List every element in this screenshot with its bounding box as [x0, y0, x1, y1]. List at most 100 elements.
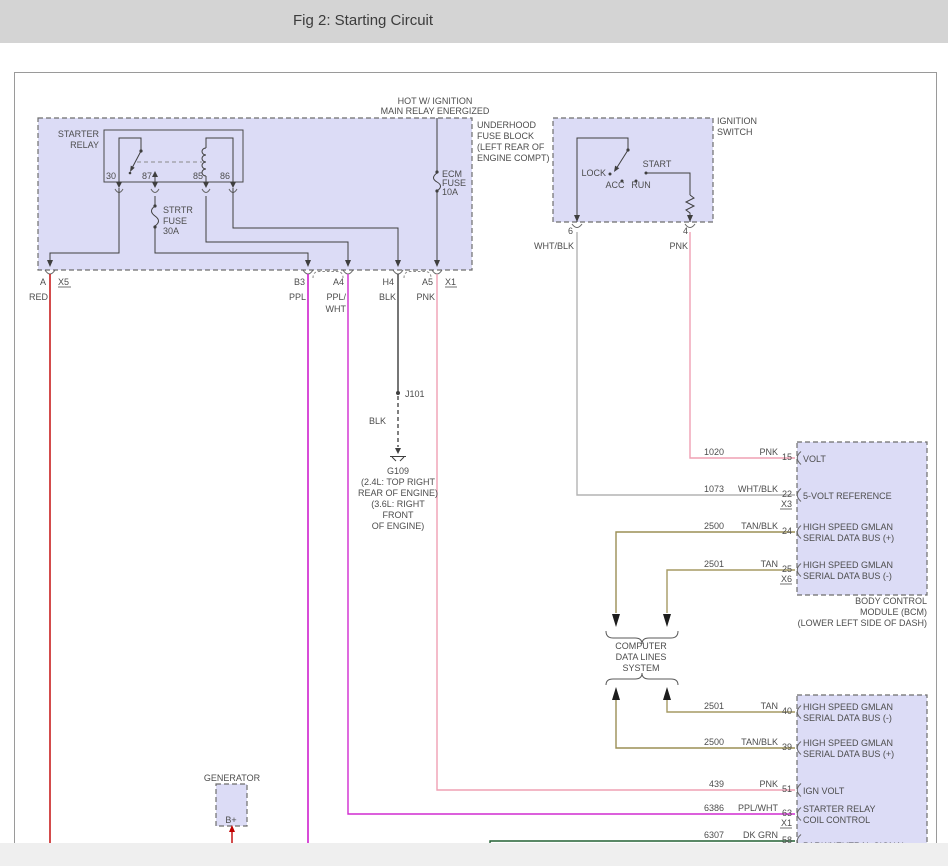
ground-symbol [390, 457, 406, 462]
bcm-pin-51-label: IGN VOLT [803, 786, 845, 796]
relay-pin-85: 85 [193, 171, 203, 181]
bcm-pin-15: 15 [782, 452, 792, 462]
circuit-1020-color: PNK [759, 447, 778, 457]
bcm-conn-x6: X6 [781, 574, 792, 584]
bcm-name-3: (LOWER LEFT SIDE OF DASH) [798, 618, 927, 628]
relay-pin-30: 30 [106, 171, 116, 181]
fuse-block-name-4: ENGINE COMPT) [477, 153, 550, 163]
circuit-2500-l-color: TAN/BLK [741, 737, 778, 747]
bcm-upper: 1020 PNK 15 VOLT 1073 WHT/BLK 22 X3 5-VO… [704, 442, 927, 628]
circuit-439-color: PNK [759, 779, 778, 789]
generator: GENERATOR B+ [204, 773, 261, 843]
data-bus-up-arrow-2 [663, 687, 671, 700]
ecm-fuse-label-3: 10A [442, 187, 458, 197]
relay-pin-86: 86 [220, 171, 230, 181]
connector-h4-pin: H4 [382, 277, 394, 287]
fuse-block-name-1: UNDERHOOD [477, 120, 537, 130]
circuit-439: 439 [709, 779, 724, 789]
circuit-2501-l: 2501 [704, 701, 724, 711]
lock-contact-dot [609, 173, 612, 176]
bcm-pin-25: 25 [782, 564, 792, 574]
wire-color-pnk4-label: PNK [669, 241, 688, 251]
generator-terminal-b-plus: B+ [225, 815, 236, 825]
connector-b3-pin: B3 [294, 277, 305, 287]
fuse-block-name-3: (LEFT REAR OF [477, 142, 545, 152]
bcm-name-1: BODY CONTROL [855, 596, 927, 606]
position-start-label: START [643, 159, 672, 169]
wiring-diagram-page: Fig 2: Starting Circuit HOT W/ IGNITION … [0, 0, 948, 866]
fuse-block-name-2: FUSE BLOCK [477, 131, 534, 141]
ground-loc-1: (2.4L: TOP RIGHT [361, 477, 436, 487]
junction-j101-label: J101 [405, 389, 425, 399]
generator-name: GENERATOR [204, 773, 261, 783]
circuit-6307-color: DK GRN [743, 830, 778, 840]
ground-g109: J101 BLK G109 (2.4L: TOP RIGHT REAR OF E… [358, 389, 438, 531]
bcm-conn-x1: X1 [781, 818, 792, 828]
starter-relay-name-2: RELAY [70, 140, 99, 150]
data-bus-brace-bottom [606, 673, 678, 685]
data-lines-label-2: DATA LINES [616, 652, 667, 662]
hot-feed-label-2: MAIN RELAY ENERGIZED [381, 106, 490, 116]
bcm-conn-x3: X3 [781, 499, 792, 509]
bcm-pin-39-label-1: HIGH SPEED GMLAN [803, 738, 893, 748]
bcm-pin-40-label-1: HIGH SPEED GMLAN [803, 702, 893, 712]
wire-color-pplwht-label-2: WHT [326, 304, 347, 314]
ground-loc-3: (3.6L: RIGHT [371, 499, 425, 509]
ground-loc-5: OF ENGINE) [372, 521, 425, 531]
bcm-pin-63-label-1: STARTER RELAY [803, 804, 876, 814]
position-lock-label: LOCK [581, 168, 606, 178]
position-acc-label: ACC [605, 180, 625, 190]
ignition-pin-6: 6 [568, 226, 573, 236]
ground-loc-4: FRONT [383, 510, 414, 520]
wire-tan-blk-upper [616, 532, 795, 613]
connector-a5-conn: X1 [445, 277, 456, 287]
wire-dk-grn [490, 841, 795, 843]
connector-a5-pin: A5 [422, 277, 433, 287]
circuit-2500-l: 2500 [704, 737, 724, 747]
computer-data-lines-system: COMPUTER DATA LINES SYSTEM [606, 614, 678, 700]
data-bus-down-arrow-2 [663, 614, 671, 627]
position-run-label: RUN [631, 180, 651, 190]
circuit-6386: 6386 [704, 803, 724, 813]
ignition-switch: IGNITION SWITCH LOCK ACC RUN START 6 4 [534, 116, 757, 251]
strtr-fuse-label-2: FUSE [163, 216, 187, 226]
bcm-pin-51: 51 [782, 784, 792, 794]
wire-pnk-ign [690, 232, 795, 458]
bcm-pin-25-label-2: SERIAL DATA BUS (-) [803, 571, 892, 581]
harness-wires [50, 232, 795, 843]
relay-arm-dot [129, 172, 132, 175]
data-bus-down-arrow-1 [612, 614, 620, 627]
circuit-1073-color: WHT/BLK [738, 484, 778, 494]
hot-feed-label-1: HOT W/ IGNITION [398, 96, 473, 106]
bcm-pin-15-label: VOLT [803, 454, 826, 464]
relay-pin-87: 87 [142, 171, 152, 181]
bottom-crop-strip [0, 843, 948, 866]
wire-color-red-label: RED [29, 292, 49, 302]
bcm-pin-39: 39 [782, 742, 792, 752]
connector-a-pin: A [40, 277, 46, 287]
bcm-pin-24-label-2: SERIAL DATA BUS (+) [803, 533, 894, 543]
fuse-block-connector-labels: A X5 RED B3 PPL A4 PPL/ WHT H4 BLK A5 X1… [29, 277, 457, 314]
junction-j101-dot [396, 391, 400, 395]
bcm-pin-40-label-2: SERIAL DATA BUS (-) [803, 713, 892, 723]
strtr-fuse-label-1: STRTR [163, 205, 193, 215]
circuit-2501-l-color: TAN [761, 701, 778, 711]
ignition-switch-name-1: IGNITION [717, 116, 757, 126]
wire-color-blk-label: BLK [379, 292, 396, 302]
bcm-pin-25-label-1: HIGH SPEED GMLAN [803, 560, 893, 570]
fuse-block-outline [38, 118, 472, 270]
starting-circuit-diagram: HOT W/ IGNITION MAIN RELAY ENERGIZED UND… [0, 0, 948, 866]
wire-color-ppl-label: PPL [289, 292, 306, 302]
circuit-2500-u: 2500 [704, 521, 724, 531]
bcm-pin-39-label-2: SERIAL DATA BUS (+) [803, 749, 894, 759]
strtr-fuse-label-3: 30A [163, 226, 179, 236]
circuit-2501-u: 2501 [704, 559, 724, 569]
data-lines-label-3: SYSTEM [622, 663, 659, 673]
circuit-1020: 1020 [704, 447, 724, 457]
circuit-6386-color: PPL/WHT [738, 803, 779, 813]
underhood-fuse-block: HOT W/ IGNITION MAIN RELAY ENERGIZED UND… [29, 96, 550, 314]
wire-color-pplwht-label-1: PPL/ [326, 292, 346, 302]
ignition-pin-4: 4 [683, 226, 688, 236]
ground-name: G109 [387, 466, 409, 476]
circuit-2500-u-color: TAN/BLK [741, 521, 778, 531]
